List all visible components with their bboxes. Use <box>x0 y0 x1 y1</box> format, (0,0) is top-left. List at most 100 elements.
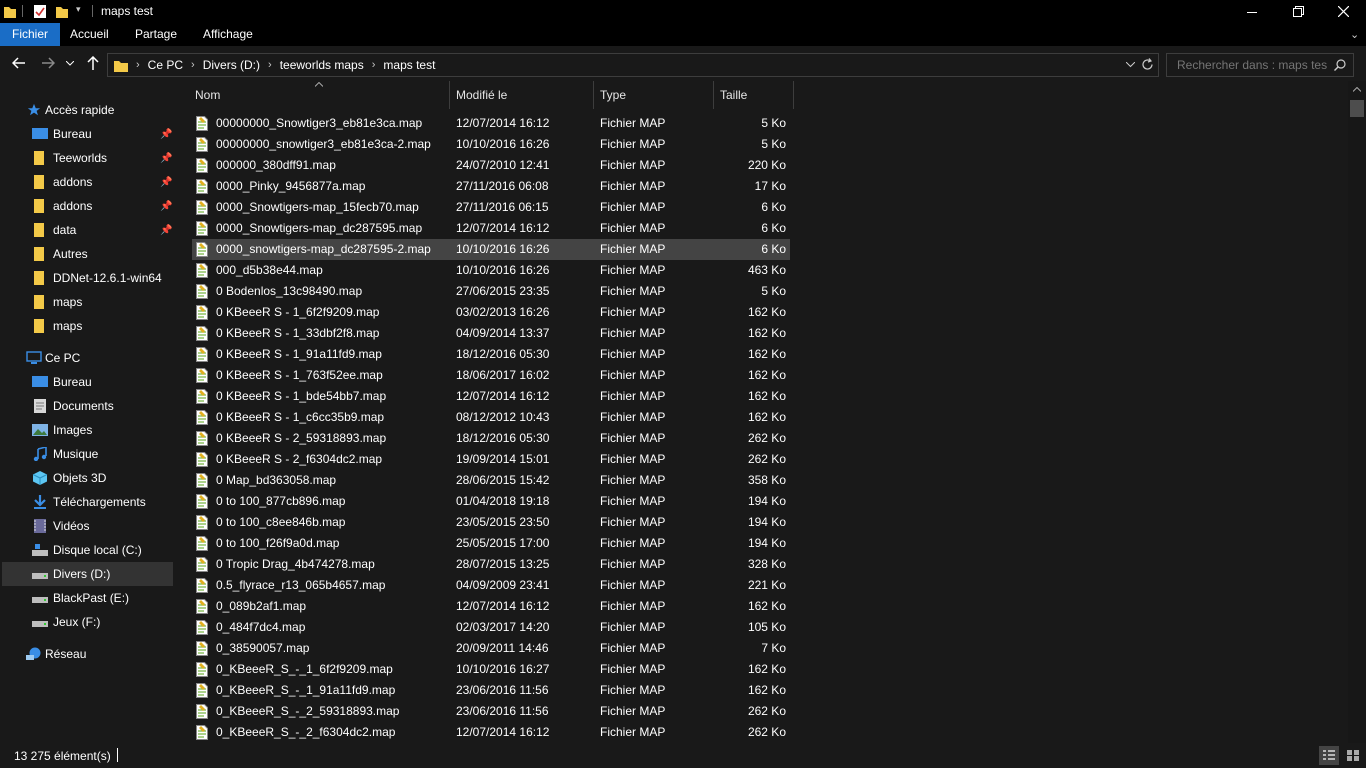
file-row[interactable]: 0 KBeeeR S - 1_91a11fd9.map 18/12/2016 05… <box>192 344 790 365</box>
file-row[interactable]: 0 KBeeeR S - 1_33dbf2f8.map 04/09/2014 13… <box>192 323 790 344</box>
breadcrumb-ce-pc[interactable]: Ce PC <box>148 58 183 72</box>
restore-button[interactable] <box>1275 0 1321 23</box>
breadcrumb-divers[interactable]: Divers (D:) <box>203 58 260 72</box>
file-row[interactable]: 00000000_Snowtiger3_eb81e3ca.map 12/07/20… <box>192 113 790 134</box>
nav-quick-item[interactable]: maps <box>2 290 173 314</box>
properties-icon[interactable] <box>33 4 47 19</box>
file-row[interactable]: 0 Bodenlos_13c98490.map 27/06/2015 23:35 F… <box>192 281 790 302</box>
nav-pc-item[interactable]: Objets 3D <box>2 466 173 490</box>
file-row[interactable]: 000000_380dff91.map 24/07/2010 12:41 Fichi… <box>192 155 790 176</box>
nav-pc-item[interactable]: Téléchargements <box>2 490 173 514</box>
tiles-view-button[interactable] <box>1343 746 1363 765</box>
nav-label: BlackPast (E:) <box>53 591 130 605</box>
file-row[interactable]: 0_KBeeeR_S_-_2_f6304dc2.map 12/07/2014 16… <box>192 722 790 743</box>
new-folder-icon[interactable] <box>55 4 69 19</box>
file-row[interactable]: 0 Map_bd363058.map 28/06/2015 15:42 Fichie… <box>192 470 790 491</box>
nav-pc-item[interactable]: Bureau <box>2 370 173 394</box>
refresh-icon[interactable] <box>1141 58 1154 71</box>
nav-quick-item[interactable]: Bureau 📌 <box>2 122 173 146</box>
customize-toolbar-icon[interactable]: ▾ <box>76 4 81 19</box>
tab-partage[interactable]: Partage <box>123 23 189 46</box>
breadcrumb-teeworlds-maps[interactable]: teeworlds maps <box>280 58 364 72</box>
nav-quick-item[interactable]: addons 📌 <box>2 194 173 218</box>
file-row[interactable]: 0_38590057.map 20/09/2011 14:46 Fichier MA… <box>192 638 790 659</box>
file-type: Fichier MAP <box>600 389 666 403</box>
column-divider[interactable] <box>593 81 594 109</box>
file-row[interactable]: 0 KBeeeR S - 2_f6304dc2.map 19/09/2014 15… <box>192 449 790 470</box>
tab-fichier[interactable]: Fichier <box>0 23 61 46</box>
file-row[interactable]: 0 KBeeeR S - 1_6f2f9209.map 03/02/2013 16… <box>192 302 790 323</box>
recent-locations-button[interactable] <box>63 54 77 72</box>
nav-pc-item[interactable]: Jeux (F:) <box>2 610 173 634</box>
file-row[interactable]: 0_089b2af1.map 12/07/2014 16:12 Fichier MA… <box>192 596 790 617</box>
file-row[interactable]: 0 to 100_877cb896.map 01/04/2018 19:18 Fic… <box>192 491 790 512</box>
search-box[interactable] <box>1166 53 1354 77</box>
nav-this-pc[interactable]: Ce PC <box>2 346 173 370</box>
file-row[interactable]: 0 to 100_c8ee846b.map 23/05/2015 23:50 Fic… <box>192 512 790 533</box>
tab-accueil[interactable]: Accueil <box>58 23 121 46</box>
close-button[interactable] <box>1320 0 1366 23</box>
file-row[interactable]: 0 KBeeeR S - 1_763f52ee.map 18/06/2017 16… <box>192 365 790 386</box>
nav-quick-item[interactable]: data 📌 <box>2 218 173 242</box>
file-row[interactable]: 0_484f7dc4.map 02/03/2017 14:20 Fichier MA… <box>192 617 790 638</box>
back-button[interactable] <box>10 54 28 72</box>
ribbon-expand-icon[interactable]: ⌄ <box>1350 28 1359 41</box>
column-header-size[interactable]: Taille <box>720 88 747 102</box>
file-modified: 24/07/2010 12:41 <box>456 158 550 172</box>
column-divider[interactable] <box>793 81 794 109</box>
address-bar[interactable]: › Ce PC › Divers (D:) › teeworlds maps ›… <box>107 53 1159 77</box>
column-divider[interactable] <box>449 81 450 109</box>
nav-quick-item[interactable]: Autres <box>2 242 173 266</box>
details-view-button[interactable] <box>1319 746 1339 765</box>
file-row[interactable]: 0.5_flyrace_r13_065b4657.map 04/09/2009 2… <box>192 575 790 596</box>
arrow-left-icon <box>12 57 25 69</box>
nav-quick-item[interactable]: DDNet-12.6.1-win64 <box>2 266 173 290</box>
search-input[interactable] <box>1175 57 1329 73</box>
file-row[interactable]: 0_KBeeeR_S_-_1_6f2f9209.map 10/10/2016 16… <box>192 659 790 680</box>
file-row[interactable]: 0 KBeeeR S - 1_bde54bb7.map 12/07/2014 16… <box>192 386 790 407</box>
up-button[interactable] <box>84 54 102 72</box>
breadcrumb-separator-icon: › <box>371 59 376 71</box>
column-header-type[interactable]: Type <box>600 88 626 102</box>
scroll-up-icon[interactable] <box>1353 87 1361 92</box>
nav-quick-item[interactable]: Teeworlds 📌 <box>2 146 173 170</box>
breadcrumb-maps-test[interactable]: maps test <box>383 58 435 72</box>
forward-button[interactable] <box>39 54 57 72</box>
nav-pc-item[interactable]: Vidéos <box>2 514 173 538</box>
nav-label: Téléchargements <box>53 495 146 509</box>
file-row[interactable]: 0_KBeeeR_S_-_2_59318893.map 23/06/2016 11… <box>192 701 790 722</box>
file-type: Fichier MAP <box>600 158 666 172</box>
file-row-selected[interactable]: 0000_snowtigers-map_dc287595-2.map 10/10/… <box>192 239 790 260</box>
nav-quick-item[interactable]: maps <box>2 314 173 338</box>
file-row[interactable]: 0 KBeeeR S - 1_c6cc35b9.map 08/12/2012 10… <box>192 407 790 428</box>
file-row[interactable]: 0 to 100_f26f9a0d.map 25/05/2015 17:00 Fic… <box>192 533 790 554</box>
column-header-modified[interactable]: Modifié le <box>456 88 507 102</box>
vertical-scrollbar[interactable] <box>1348 81 1366 743</box>
file-row[interactable]: 0_KBeeeR_S_-_1_91a11fd9.map 23/06/2016 11… <box>192 680 790 701</box>
nav-pc-item[interactable]: Disque local (C:) <box>2 538 173 562</box>
map-file-icon <box>196 704 208 719</box>
nav-pc-item[interactable]: BlackPast (E:) <box>2 586 173 610</box>
file-row[interactable]: 0000_Snowtigers-map_dc287595.map 12/07/20… <box>192 218 790 239</box>
nav-label: data <box>53 223 77 237</box>
file-row[interactable]: 0000_Pinky_9456877a.map 27/11/2016 06:08 F… <box>192 176 790 197</box>
scrollbar-thumb[interactable] <box>1350 100 1364 117</box>
file-row[interactable]: 00000000_snowtiger3_eb81e3ca-2.map 10/10/… <box>192 134 790 155</box>
nav-pc-item[interactable]: Documents <box>2 394 173 418</box>
nav-quick-item[interactable]: addons 📌 <box>2 170 173 194</box>
column-header-name[interactable]: Nom <box>195 88 220 102</box>
nav-network[interactable]: Réseau <box>2 642 173 666</box>
minimize-button[interactable] <box>1229 0 1275 23</box>
nav-pc-item[interactable]: Musique <box>2 442 173 466</box>
file-name: 0 to 100_f26f9a0d.map <box>216 536 340 550</box>
file-row[interactable]: 0 Tropic Drag_4b474278.map 28/07/2015 13:… <box>192 554 790 575</box>
file-row[interactable]: 0000_Snowtigers-map_15fecb70.map 27/11/20… <box>192 197 790 218</box>
nav-pc-item-selected[interactable]: Divers (D:) <box>2 562 173 586</box>
nav-quick-access[interactable]: Accès rapide <box>2 98 173 122</box>
nav-pc-item[interactable]: Images <box>2 418 173 442</box>
tab-affichage[interactable]: Affichage <box>191 23 265 46</box>
file-row[interactable]: 0 KBeeeR S - 2_59318893.map 18/12/2016 05… <box>192 428 790 449</box>
column-divider[interactable] <box>713 81 714 109</box>
file-row[interactable]: 000_d5b38e44.map 10/10/2016 16:26 Fichier … <box>192 260 790 281</box>
address-dropdown-icon[interactable] <box>1126 62 1135 68</box>
